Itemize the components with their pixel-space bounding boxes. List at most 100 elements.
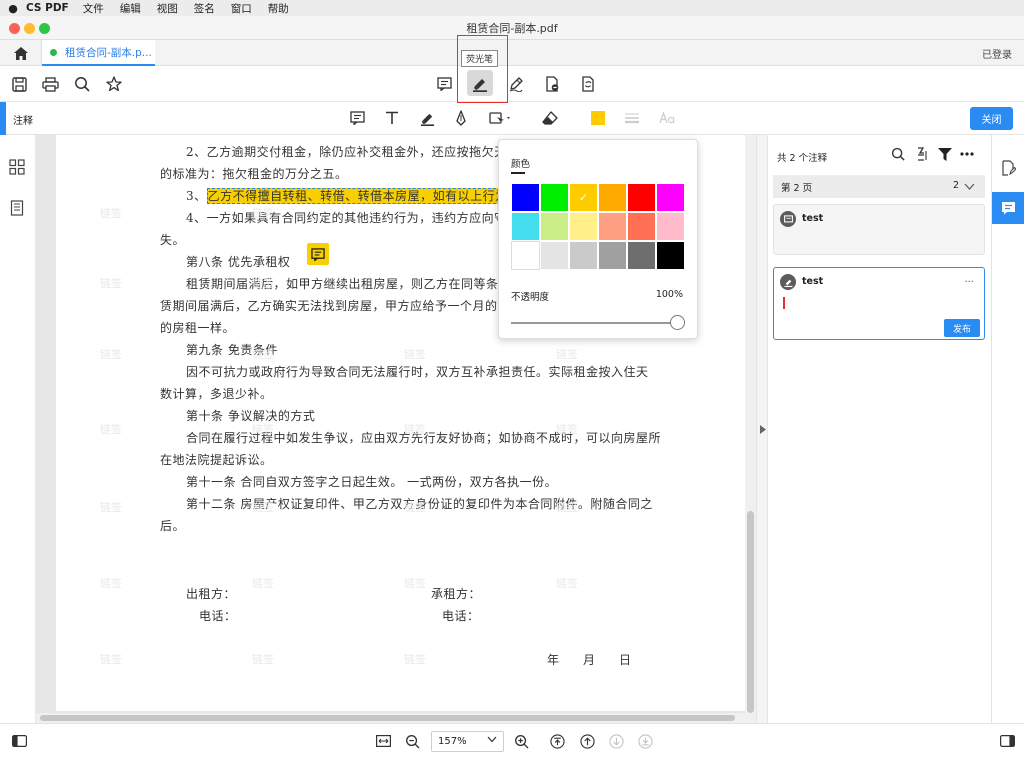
fit-width-button[interactable] <box>374 732 392 750</box>
menu-sign[interactable]: 签名 <box>194 1 215 16</box>
annotation-author: test <box>802 276 824 287</box>
vertical-scroll-thumb[interactable] <box>747 511 754 713</box>
menu-help[interactable]: 帮助 <box>268 1 289 16</box>
zoom-value: 157% <box>438 736 467 747</box>
annotation-author: test <box>802 213 824 224</box>
annotation-card-more[interactable]: ... <box>964 274 974 285</box>
doc-line: 赁期间届满后，乙方确实无法找到房屋，甲方应给予一个月的宽限 <box>160 299 523 313</box>
annotation-card-highlight[interactable]: test ... 发布 <box>773 267 985 340</box>
window-title-bar: 租赁合同-副本.pdf <box>0 16 1024 40</box>
search-button[interactable] <box>69 66 95 102</box>
note-annotation-marker[interactable] <box>307 243 329 265</box>
app-name-menu[interactable]: CS PDF <box>26 2 69 14</box>
watermark: 链签 <box>404 348 426 361</box>
vertical-scrollbar[interactable] <box>745 135 756 723</box>
color-swatch[interactable] <box>627 241 656 270</box>
menu-bar: ● CS PDF 文件 编辑 视图 签名 窗口 帮助 <box>0 0 1024 16</box>
watermark: 链签 <box>556 348 578 361</box>
watermark: 链签 <box>252 577 274 590</box>
right-tool-rail <box>991 135 1024 723</box>
reply-input-caret[interactable] <box>783 297 785 309</box>
next-page-button[interactable] <box>607 732 625 750</box>
close-annotation-button[interactable]: 关闭 <box>970 107 1013 130</box>
color-swatch[interactable] <box>569 212 598 241</box>
convert-button[interactable] <box>575 66 601 102</box>
font-style-button[interactable] <box>655 106 679 130</box>
color-swatch[interactable] <box>656 241 685 270</box>
color-swatch[interactable] <box>511 183 540 212</box>
zoom-in-button[interactable] <box>512 732 530 750</box>
color-swatch[interactable] <box>598 183 627 212</box>
menu-window[interactable]: 窗口 <box>231 1 252 16</box>
horizontal-scrollbar[interactable] <box>36 713 745 723</box>
note-tool-button[interactable] <box>345 106 369 130</box>
annotation-card-note[interactable]: test <box>773 204 985 255</box>
document-tab-label: 租赁合同-副本.p... <box>65 46 152 59</box>
doc-line: 因不可抗力或政府行为导致合同无法履行时，双方互补承担责任。实际租金按入住天 <box>186 365 649 379</box>
annotations-panel-button[interactable] <box>992 192 1024 224</box>
doc-line: 失。 <box>160 233 186 247</box>
watermark: 链签 <box>556 501 578 514</box>
grid-icon <box>9 159 25 175</box>
shape-tool-button[interactable] <box>487 106 515 130</box>
color-swatch[interactable] <box>540 212 569 241</box>
panel-splitter[interactable] <box>756 135 768 723</box>
eraser-tool-button[interactable] <box>538 106 562 130</box>
zoom-out-button[interactable] <box>403 732 421 750</box>
color-swatch[interactable] <box>511 212 540 241</box>
apple-icon[interactable]: ● <box>0 2 26 15</box>
watermark: 链签 <box>252 653 274 666</box>
doc-line: 在地法院提起诉讼。 <box>160 453 273 467</box>
save-button[interactable] <box>6 66 32 102</box>
window-title: 租赁合同-副本.pdf <box>466 22 558 35</box>
menu-file[interactable]: 文件 <box>83 1 104 16</box>
previous-page-button[interactable] <box>578 732 596 750</box>
annotation-sort-button[interactable] <box>913 145 931 163</box>
last-page-button[interactable] <box>636 732 654 750</box>
menu-view[interactable]: 视图 <box>157 1 178 16</box>
color-swatch[interactable] <box>540 183 569 212</box>
page-group-header[interactable]: 第 2 页 2 <box>773 175 985 198</box>
home-button[interactable] <box>0 40 42 66</box>
toggle-right-panel-button[interactable] <box>998 732 1016 750</box>
horizontal-scroll-thumb[interactable] <box>40 715 735 721</box>
annotation-more-button[interactable] <box>958 145 976 163</box>
color-swatch-selected[interactable]: ✓ <box>569 183 598 212</box>
color-swatch[interactable] <box>598 212 627 241</box>
color-picker-button[interactable] <box>586 106 610 130</box>
thumbnails-button[interactable] <box>9 159 25 175</box>
color-swatch[interactable] <box>627 183 656 212</box>
highlighted-text[interactable]: 乙方不得擅自转租、转借、转借本房屋，如有以上行为的 <box>206 188 522 204</box>
print-button[interactable] <box>37 66 63 102</box>
opacity-slider-track[interactable] <box>511 322 678 324</box>
color-swatch[interactable] <box>569 241 598 270</box>
annotation-search-button[interactable] <box>889 145 907 163</box>
first-page-button[interactable] <box>548 732 566 750</box>
outline-button[interactable] <box>10 200 24 216</box>
page-tools-button[interactable] <box>539 66 565 102</box>
file-edit-button[interactable] <box>1001 160 1016 176</box>
bookmark-button[interactable] <box>101 66 127 102</box>
zoom-select[interactable]: 157% <box>431 731 504 752</box>
document-tab[interactable]: 租赁合同-副本.p... <box>42 40 155 66</box>
opacity-slider-thumb[interactable] <box>670 315 685 330</box>
color-swatch[interactable] <box>627 212 656 241</box>
doc-line: 第十条 争议解决的方式 <box>186 409 316 423</box>
color-swatch-grid: ✓ <box>511 183 686 270</box>
text-tool-button[interactable] <box>380 106 404 130</box>
toggle-left-panel-button[interactable] <box>10 732 28 750</box>
annotation-filter-button[interactable] <box>936 145 954 163</box>
highlight-tool-button[interactable] <box>415 106 439 130</box>
color-swatch[interactable] <box>656 183 685 212</box>
color-swatch[interactable] <box>540 241 569 270</box>
publish-button[interactable]: 发布 <box>944 319 980 337</box>
doc-line: 后。 <box>160 519 186 533</box>
comment-mode-button[interactable] <box>431 66 457 102</box>
color-swatch[interactable] <box>598 241 627 270</box>
color-swatch[interactable] <box>656 212 685 241</box>
pen-tool-button[interactable] <box>449 106 473 130</box>
line-weight-button[interactable] <box>620 106 644 130</box>
login-status[interactable]: 已登录 <box>982 46 1012 61</box>
color-swatch[interactable] <box>511 241 540 270</box>
menu-edit[interactable]: 编辑 <box>120 1 141 16</box>
